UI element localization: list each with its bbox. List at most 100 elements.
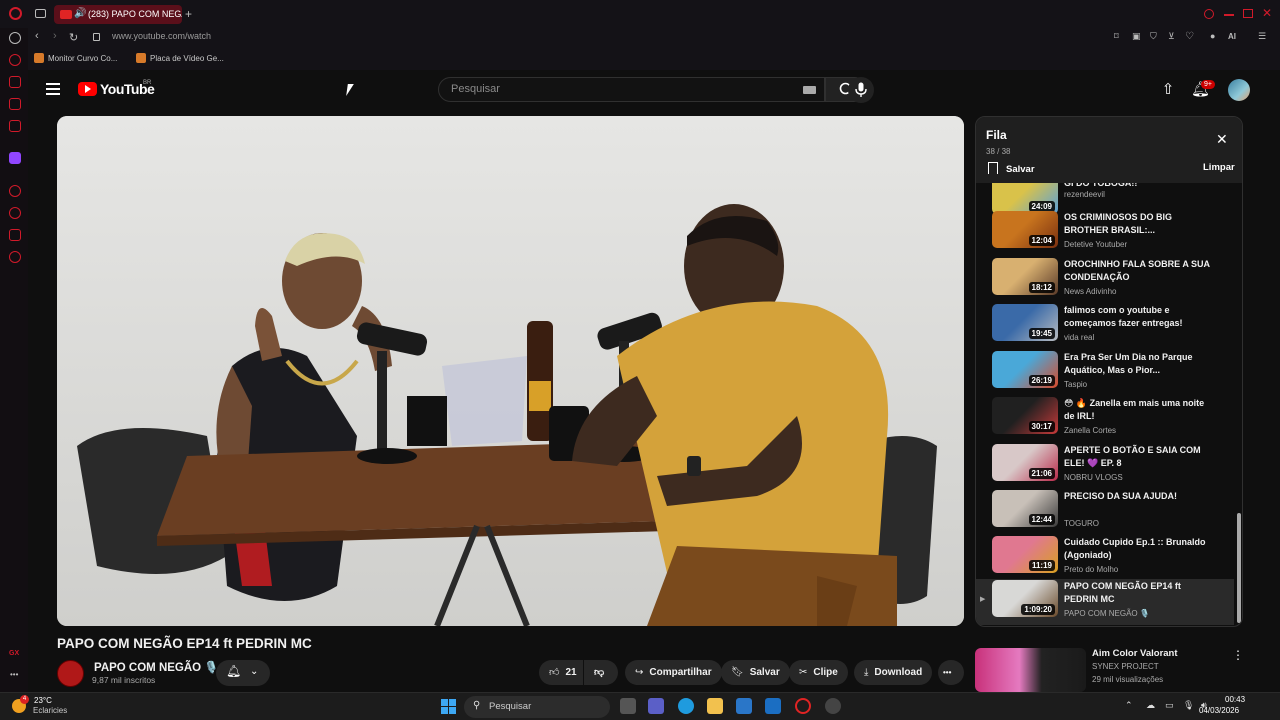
taskbar-search-input[interactable]: Pesquisar — [489, 701, 531, 712]
queue-item[interactable]: 12:04 OS CRIMINOSOS DO BIG BROTHER BRASIL… — [976, 210, 1234, 256]
queue-item-title[interactable]: PRECISO DA SUA AJUDA! — [1064, 490, 1214, 503]
shield-icon[interactable]: ⛉ — [1150, 31, 1157, 42]
queue-thumbnail[interactable]: 11:19 — [992, 536, 1058, 573]
language-icon[interactable]: ▭ — [1165, 700, 1174, 711]
weather-description[interactable]: Eclaricies — [33, 706, 67, 715]
settings-icon[interactable] — [9, 251, 21, 263]
download-icon[interactable]: ⊻ — [1168, 31, 1175, 42]
queue-item-channel[interactable]: rezendeevil — [1064, 190, 1105, 199]
tab-active[interactable]: 🔊 (283) PAPO COM NEGÃO — [54, 5, 182, 24]
queue-thumbnail[interactable]: 18:12 — [992, 258, 1058, 295]
search-box[interactable]: Pesquisar — [438, 77, 825, 102]
heart-icon[interactable]: ♡ — [1185, 31, 1194, 42]
weather-temperature[interactable]: 23°C — [34, 696, 52, 705]
scrollbar-thumb[interactable] — [1237, 513, 1241, 623]
whatsapp-icon[interactable] — [9, 98, 21, 110]
queue-thumbnail[interactable]: 1:09:20 — [992, 580, 1058, 617]
messenger-icon[interactable] — [9, 76, 21, 88]
recommended-title[interactable]: Aim Color Valorant — [1092, 648, 1178, 659]
queue-item-channel[interactable]: PAPO COM NEGÃO 🎙️ — [1064, 609, 1150, 618]
new-tab-button[interactable]: + — [185, 7, 192, 21]
queue-thumbnail[interactable]: 19:45 — [992, 304, 1058, 341]
queue-clear-button[interactable]: Limpar — [1203, 162, 1235, 173]
queue-item-channel[interactable]: Taspio — [1064, 380, 1087, 389]
search-tabs-icon[interactable] — [1204, 9, 1214, 19]
subscribed-bell-button[interactable]: 🔔︎ ⌄ — [216, 660, 270, 686]
url-field[interactable]: www.youtube.com/watch — [112, 31, 211, 41]
tray-chevron-icon[interactable]: ⌃ — [1125, 700, 1133, 711]
clock-date[interactable]: 04/03/2026 — [1199, 706, 1239, 715]
upload-icon[interactable]: ⇧ — [1159, 81, 1177, 99]
keyboard-icon[interactable] — [803, 86, 816, 94]
queue-item-title[interactable]: GI DO TOBOGÃ!! — [1064, 183, 1214, 190]
tab-manager-icon[interactable] — [35, 9, 46, 18]
queue-scrollbar[interactable] — [1236, 183, 1242, 626]
queue-save-button[interactable]: Salvar — [988, 162, 1035, 175]
store-icon[interactable] — [736, 698, 752, 714]
save-video-button[interactable]: 🔖︎ Salvar — [721, 660, 790, 685]
pip-icon[interactable]: ▣ — [1132, 31, 1141, 42]
recommended-channel[interactable]: SYNEX PROJECT — [1092, 662, 1159, 671]
snapshot-icon[interactable]: ⌑ — [1114, 31, 1119, 42]
back-icon[interactable]: ‹ — [35, 30, 39, 42]
bookmark-placa-video[interactable]: Placa de Vídeo Ge... — [136, 53, 224, 63]
player-icon[interactable] — [9, 185, 21, 197]
queue-item[interactable]: 19:45 falimos com o youtube e começamos f… — [976, 303, 1234, 349]
aria-icon[interactable] — [9, 54, 21, 66]
hamburger-menu-icon[interactable] — [46, 83, 60, 95]
maximize-button[interactable] — [1243, 9, 1253, 18]
queue-item-title[interactable]: Cuidado Cupido Ep.1 :: Brunaldo (Agoniad… — [1064, 536, 1214, 562]
extensions-icon[interactable] — [9, 229, 21, 241]
queue-thumbnail[interactable]: 21:06 — [992, 444, 1058, 481]
minimize-button[interactable] — [1224, 14, 1234, 16]
taskbar-search[interactable]: ⚲ Pesquisar — [464, 696, 610, 718]
ai-icon[interactable]: AI — [1228, 32, 1236, 41]
outlook-icon[interactable] — [765, 698, 781, 714]
download-button[interactable]: ⤓ Download — [854, 660, 933, 685]
queue-item-title[interactable]: falimos com o youtube e começamos fazer … — [1064, 304, 1214, 330]
queue-thumbnail[interactable]: 26:19 — [992, 351, 1058, 388]
youtube-logo-icon[interactable] — [78, 82, 97, 96]
queue-item[interactable]: 12:44 PRECISO DA SUA AJUDA! TOGURO — [976, 489, 1234, 535]
teams-icon[interactable] — [648, 698, 664, 714]
queue-item-channel[interactable]: TOGURO — [1064, 519, 1099, 528]
sound-playing-icon[interactable]: 🔊 — [74, 8, 86, 19]
more-actions-button[interactable]: ••• — [938, 660, 964, 685]
queue-item-title[interactable]: 😳 🔥 Zanella em mais uma noite de IRL! — [1064, 397, 1214, 423]
queue-item-channel[interactable]: Preto do Molho — [1064, 565, 1118, 574]
more-vert-icon[interactable]: ⋮ — [1232, 648, 1244, 662]
edge-icon[interactable] — [678, 698, 694, 714]
close-icon[interactable]: ✕ — [1216, 131, 1228, 148]
dislike-button[interactable]: 👎︎ — [584, 660, 618, 685]
forward-icon[interactable]: › — [53, 30, 57, 42]
queue-item[interactable]: 11:19 Cuidado Cupido Ep.1 :: Brunaldo (Ag… — [976, 535, 1234, 581]
queue-thumbnail[interactable]: 12:04 — [992, 211, 1058, 248]
queue-item[interactable]: ▶ 1:09:20 PAPO COM NEGÃO EP14 ft PEDRIN MC… — [976, 579, 1234, 625]
mic-tray-icon[interactable]: 🎙︎ — [1183, 700, 1194, 711]
gx-icon[interactable]: GX — [9, 650, 19, 657]
clock-time[interactable]: 00:43 — [1225, 695, 1245, 704]
clip-button[interactable]: ✂ Clipe — [789, 660, 848, 685]
sync-icon[interactable] — [9, 32, 21, 44]
bookmark-monitor[interactable]: Monitor Curvo Co... — [34, 53, 117, 63]
recommended-thumbnail[interactable] — [975, 648, 1086, 692]
queue-item-channel[interactable]: News Adivinho — [1064, 287, 1116, 296]
queue-item-channel[interactable]: NOBRU VLOGS — [1064, 473, 1123, 482]
network-icon[interactable]: ☁ — [1146, 700, 1155, 711]
queue-item-title[interactable]: OS CRIMINOSOS DO BIG BROTHER BRASIL:... — [1064, 211, 1214, 237]
search-input[interactable]: Pesquisar — [451, 83, 500, 95]
close-window-button[interactable]: ✕ — [1262, 6, 1272, 20]
queue-item-title[interactable]: PAPO COM NEGÃO EP14 ft PEDRIN MC — [1064, 580, 1214, 606]
history-icon[interactable] — [9, 207, 21, 219]
like-button[interactable]: 👍︎ 21 — [539, 660, 583, 685]
queue-item-channel[interactable]: Zanella Cortes — [1064, 426, 1116, 435]
reload-icon[interactable]: ↻ — [69, 31, 78, 44]
task-view-icon[interactable] — [620, 698, 636, 714]
queue-item-title[interactable]: Era Pra Ser Um Dia no Parque Aquático, M… — [1064, 351, 1214, 377]
queue-item-title[interactable]: OROCHINHO FALA SOBRE A SUA CONDENAÇÃO — [1064, 258, 1214, 284]
queue-item[interactable]: 21:06 APERTE O BOTÃO E SAIA COM ELE! 💜 EP… — [976, 443, 1234, 489]
queue-thumbnail[interactable]: 30:17 — [992, 397, 1058, 434]
file-explorer-icon[interactable] — [707, 698, 723, 714]
video-player[interactable] — [57, 116, 964, 626]
opera-logo-icon[interactable] — [9, 7, 22, 20]
